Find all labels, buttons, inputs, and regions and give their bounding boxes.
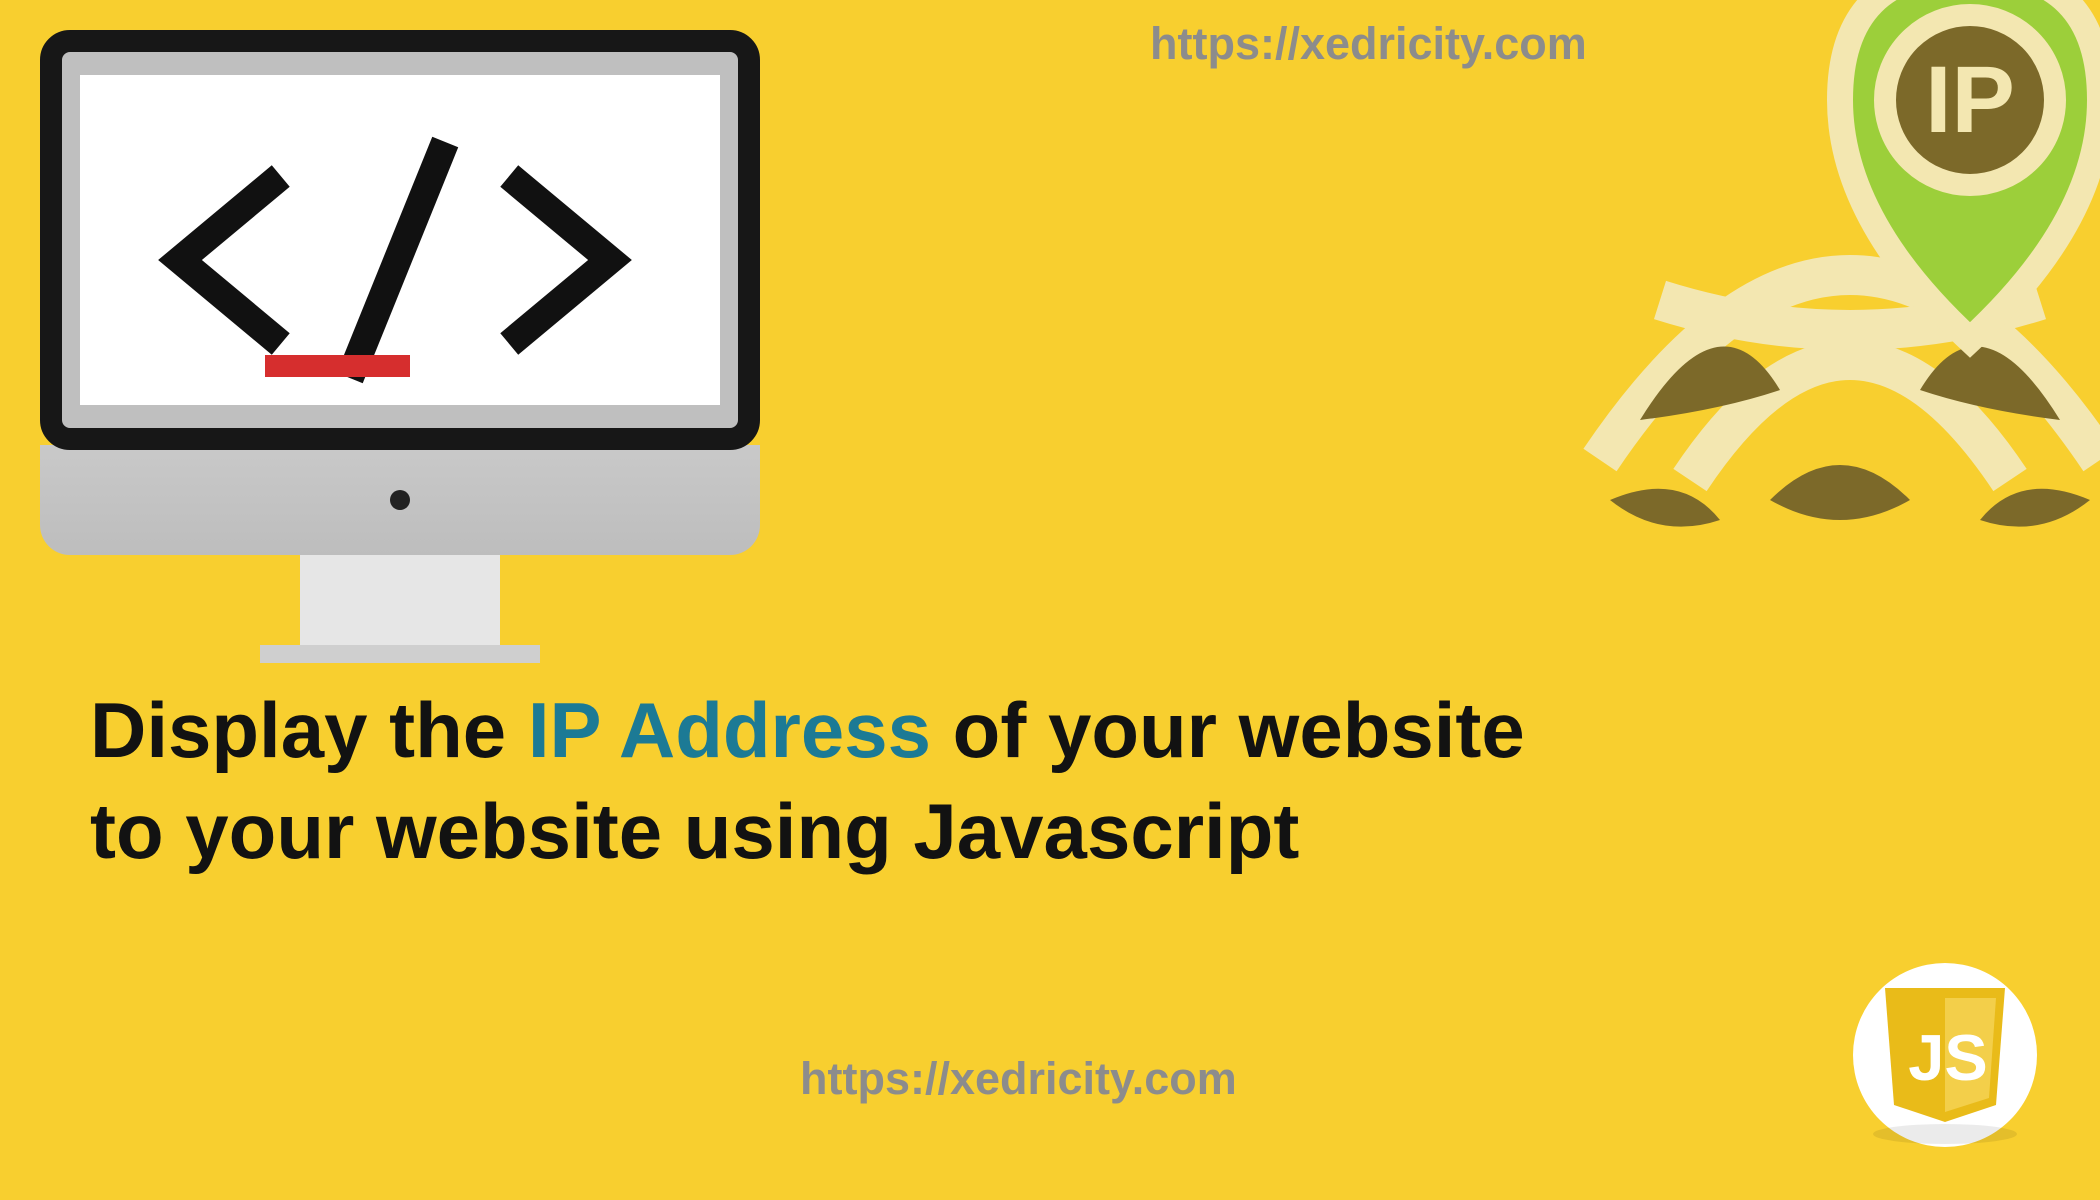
javascript-logo-icon: JS	[1850, 960, 2040, 1150]
top-url-text: https://xedricity.com	[1150, 18, 1587, 70]
monitor-chin	[40, 445, 760, 555]
headline-part1: Display the	[90, 686, 528, 774]
headline-highlight: IP Address	[528, 686, 931, 774]
headline-text: Display the IP Address of your website t…	[90, 680, 1525, 883]
bottom-url-text: https://xedricity.com	[800, 1053, 1237, 1105]
code-brackets-icon	[120, 105, 680, 405]
monitor-stand	[300, 555, 500, 645]
headline-line2: to your website using Javascript	[90, 787, 1299, 875]
monitor-base	[260, 645, 540, 663]
monitor-screen	[80, 75, 720, 405]
computer-monitor-icon	[40, 30, 760, 680]
monitor-power-button-icon	[390, 490, 410, 510]
js-logo-label: JS	[1908, 1021, 1988, 1094]
headline-part2: of your website	[931, 686, 1525, 774]
monitor-bezel	[40, 30, 760, 450]
globe-ip-pin-icon: IP	[1540, 0, 2100, 560]
ip-pin-label: IP	[1925, 47, 2015, 153]
